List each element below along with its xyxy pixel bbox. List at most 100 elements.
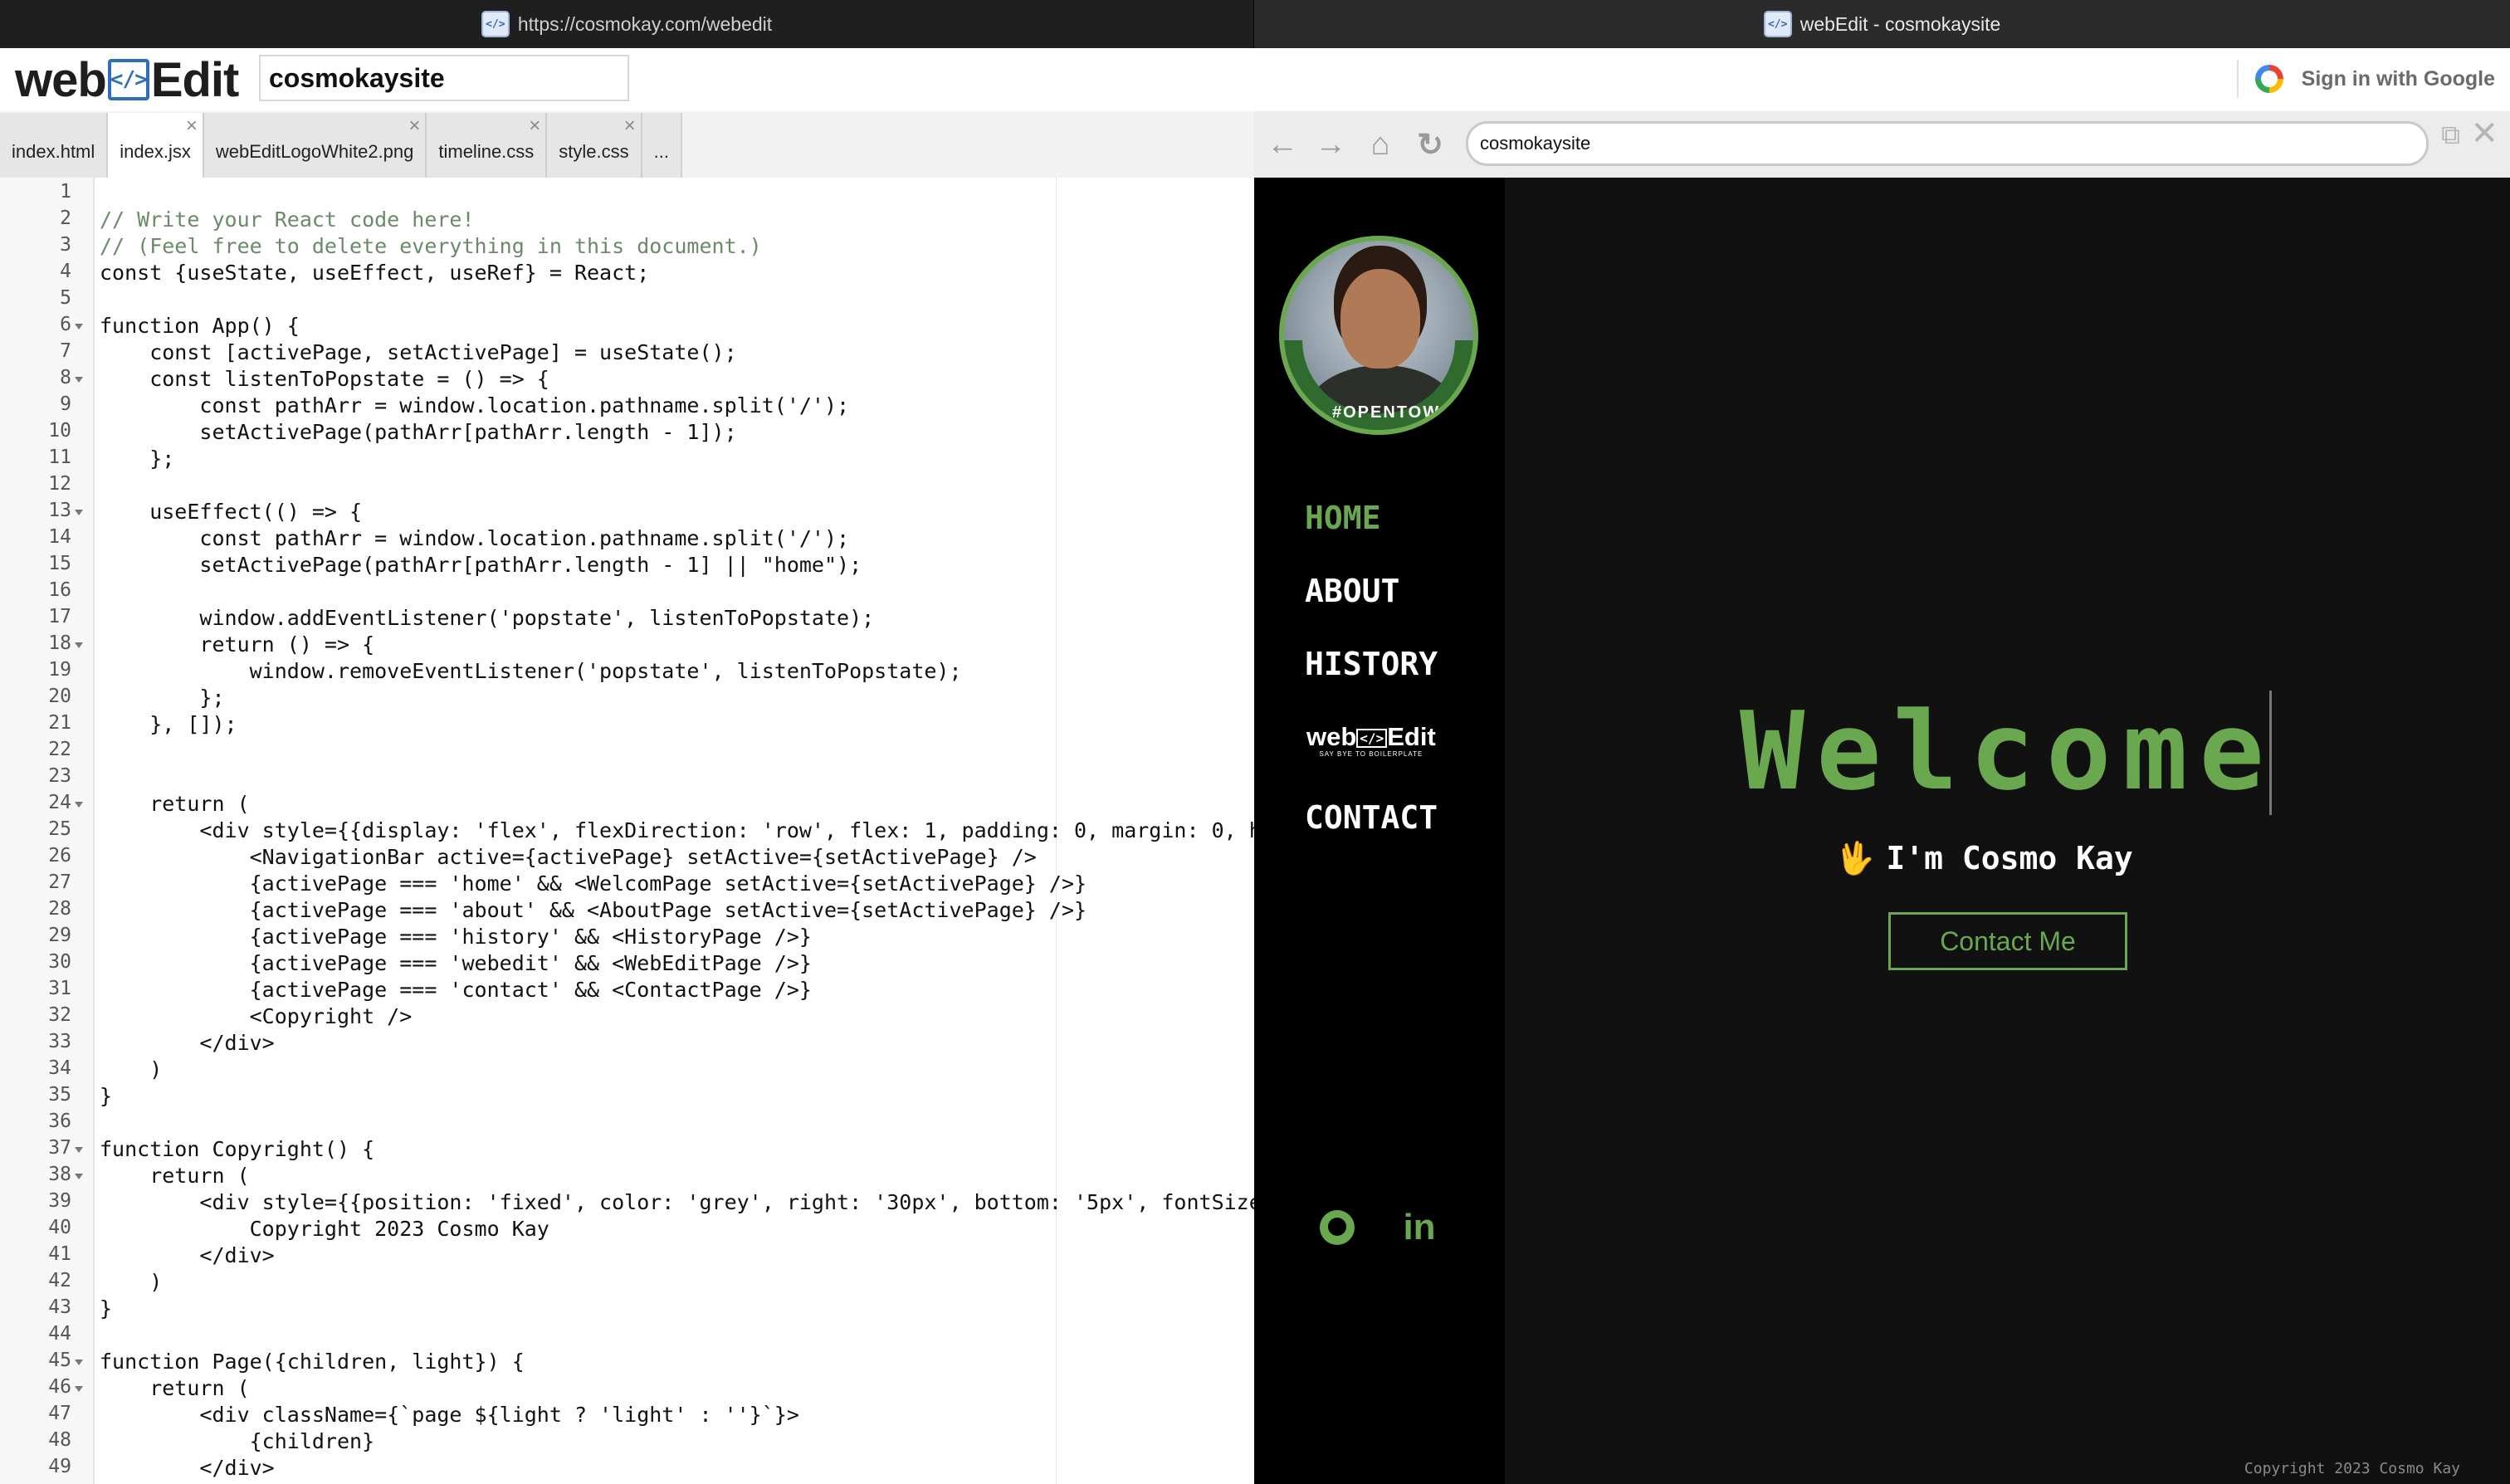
- linkedin-link[interactable]: in: [1399, 1207, 1440, 1248]
- nav-home[interactable]: HOME: [1305, 500, 1381, 536]
- fold-arrow-icon[interactable]: [75, 1360, 83, 1365]
- code-text: {activePage === 'about' && <AboutPage se…: [100, 898, 1087, 922]
- line-number: 41: [48, 1243, 71, 1265]
- line-number: 30: [48, 951, 71, 973]
- code-line: 26 <NavigationBar active={activePage} se…: [0, 842, 1254, 869]
- line-number: 36: [48, 1111, 71, 1132]
- google-sign-in-button[interactable]: Sign in with Google: [2236, 60, 2495, 98]
- nav-webedit-logo[interactable]: web </> Edit SAY BYE TO BOILERPLATE: [1306, 722, 1436, 758]
- preview-url-input[interactable]: [1466, 121, 2429, 166]
- forward-arrow-icon[interactable]: →: [1309, 123, 1352, 166]
- file-tab-label: webEditLogoWhite2.png: [215, 141, 414, 162]
- file-tab[interactable]: timeline.css ×: [427, 113, 548, 178]
- fold-arrow-icon[interactable]: [75, 377, 83, 383]
- code-text: setActivePage(pathArr[pathArr.length - 1…: [100, 553, 862, 577]
- open-to-work-badge: #OPENTOWORK: [1332, 403, 1478, 422]
- reload-icon[interactable]: ↻: [1409, 123, 1452, 166]
- code-text: </div>: [100, 1031, 275, 1055]
- code-line: 35}: [0, 1081, 1254, 1108]
- line-number: 14: [48, 526, 71, 548]
- close-tab-icon[interactable]: ×: [624, 115, 636, 138]
- code-line: 36: [0, 1107, 1254, 1134]
- code-text: const pathArr = window.location.pathname…: [100, 393, 850, 417]
- code-line: 40 Copyright 2023 Cosmo Kay: [0, 1213, 1254, 1241]
- line-number: 19: [48, 659, 71, 681]
- popout-icon[interactable]: ⧉: [2441, 120, 2460, 151]
- right-window-titlebar: </> webEdit - cosmokaysite: [1254, 0, 2510, 48]
- line-number: 7: [60, 340, 71, 362]
- code-line: 15 setActivePage(pathArr[pathArr.length …: [0, 549, 1254, 577]
- code-line: 46 return (: [0, 1373, 1254, 1400]
- intro-line: 🖖 I'm Cosmo Kay: [1835, 840, 2333, 877]
- nav-contact[interactable]: CONTACT: [1305, 799, 1438, 836]
- line-number: 5: [60, 287, 71, 309]
- code-line: 27 {activePage === 'home' && <WelcomPage…: [0, 868, 1254, 896]
- code-line: 24 return (: [0, 788, 1254, 816]
- code-text: useEffect(() => {: [100, 500, 363, 524]
- fold-arrow-icon[interactable]: [75, 324, 83, 330]
- nav-logo-tagline: SAY BYE TO BOILERPLATE: [1319, 750, 1423, 758]
- webedit-logo[interactable]: web </> Edit: [15, 52, 240, 107]
- code-text: };: [100, 447, 175, 471]
- fold-arrow-icon[interactable]: [75, 1147, 83, 1153]
- file-tab[interactable]: index.jsx ×: [108, 113, 204, 178]
- editor-header: web </> Edit Sign in with Google: [0, 48, 2510, 113]
- code-line: 29 {activePage === 'history' && <History…: [0, 921, 1254, 949]
- close-tab-icon[interactable]: ×: [408, 115, 420, 138]
- line-number: 39: [48, 1190, 71, 1212]
- fold-arrow-icon[interactable]: [75, 1386, 83, 1392]
- nav-about[interactable]: ABOUT: [1305, 573, 1399, 609]
- code-text: }: [100, 1084, 113, 1108]
- line-number: 43: [48, 1296, 71, 1318]
- file-tab[interactable]: webEditLogoWhite2.png ×: [203, 113, 427, 178]
- code-text: };: [100, 686, 225, 710]
- close-tab-icon[interactable]: ×: [186, 115, 198, 138]
- copyright-text: Copyright 2023 Cosmo Kay: [2244, 1460, 2460, 1477]
- line-number: 44: [48, 1323, 71, 1345]
- code-text: <div style={{display: 'flex', flexDirect…: [100, 818, 1254, 842]
- code-line: 3 // (Feel free to delete everything in t…: [0, 231, 1254, 258]
- contact-me-button[interactable]: Contact Me: [1888, 912, 2127, 970]
- line-number: 11: [48, 447, 71, 468]
- logo-text-edit: Edit: [150, 52, 240, 107]
- fold-arrow-icon[interactable]: [75, 1174, 83, 1179]
- line-number: 21: [48, 712, 71, 734]
- file-tab[interactable]: style.css ×: [547, 113, 642, 178]
- code-editor[interactable]: 1 2// Write your React code here! 3// (Fee…: [0, 178, 1254, 1484]
- code-text: Copyright 2023 Cosmo Kay: [100, 1217, 549, 1241]
- file-tab[interactable]: index.html: [0, 113, 109, 178]
- line-number: 18: [48, 632, 71, 654]
- intro-text: I'm Cosmo Kay: [1886, 840, 2133, 876]
- nav-logo-tag: </>: [1356, 729, 1388, 748]
- line-number: 42: [48, 1270, 71, 1291]
- file-tab[interactable]: ...: [642, 113, 682, 178]
- code-text: window.removeEventListener('popstate', l…: [100, 659, 962, 683]
- code-text: <Copyright />: [100, 1004, 413, 1028]
- home-icon[interactable]: ⌂: [1359, 123, 1402, 166]
- code-text: {activePage === 'contact' && <ContactPag…: [100, 978, 812, 1002]
- github-link[interactable]: [1316, 1207, 1358, 1248]
- line-number: 32: [48, 1004, 71, 1026]
- nav-history[interactable]: HISTORY: [1305, 646, 1438, 682]
- code-line: 19 window.removeEventListener('popstate'…: [0, 656, 1254, 683]
- code-text: return (: [100, 1376, 250, 1400]
- code-line: 28 {activePage === 'about' && <AboutPage…: [0, 895, 1254, 922]
- line-number: 20: [48, 686, 71, 707]
- fold-arrow-icon[interactable]: [75, 802, 83, 808]
- line-number: 40: [48, 1217, 71, 1238]
- code-line: 8 const listenToPopstate = () => {: [0, 364, 1254, 391]
- line-number: 8: [60, 367, 71, 388]
- back-arrow-icon[interactable]: ←: [1261, 123, 1304, 166]
- close-tab-icon[interactable]: ×: [529, 115, 540, 138]
- code-text: window.addEventListener('popstate', list…: [100, 606, 875, 630]
- fold-arrow-icon[interactable]: [75, 510, 83, 515]
- logo-tag: </>: [107, 59, 149, 100]
- line-number: 31: [48, 978, 71, 999]
- code-line: 20 };: [0, 682, 1254, 710]
- project-name-input[interactable]: [259, 55, 629, 101]
- line-number: 12: [48, 473, 71, 495]
- close-icon[interactable]: ✕: [2470, 115, 2498, 153]
- code-text: setActivePage(pathArr[pathArr.length - 1…: [100, 420, 737, 444]
- fold-arrow-icon[interactable]: [75, 642, 83, 648]
- code-lines: 1 2// Write your React code here! 3// (Fee…: [0, 178, 1254, 1480]
